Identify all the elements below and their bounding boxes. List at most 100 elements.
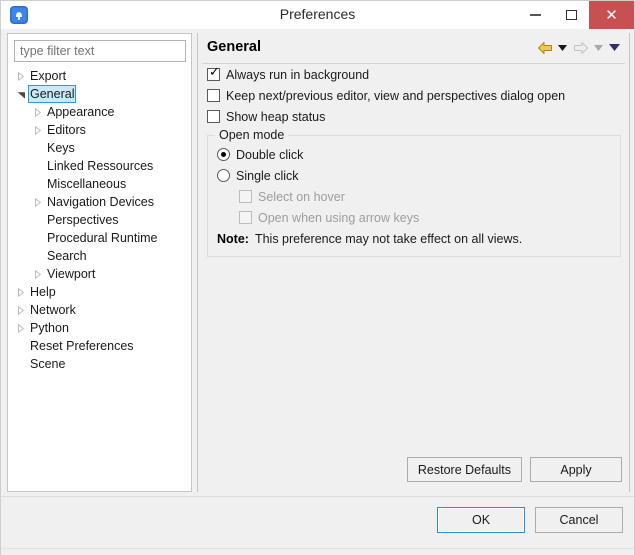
checkbox-always-run-in-box: ✓	[207, 65, 220, 81]
open-mode-legend: Open mode	[215, 128, 289, 142]
chevron-right-icon[interactable]	[31, 121, 45, 139]
footer-bottom-line	[1, 548, 634, 549]
tree-item-reset-preferences[interactable]: Reset Preferences	[8, 337, 191, 355]
general-options-group: ✓ Always run in background Keep next/previ…	[198, 64, 629, 127]
tree-item-python[interactable]: Python	[8, 319, 191, 337]
dialog-footer-buttons: OK Cancel	[437, 507, 623, 533]
checkbox-keep-next-previous[interactable]: Keep next/previous editor, view and pers…	[198, 85, 629, 106]
checkbox-always-run-in-label: Always run in background	[226, 67, 370, 82]
radio-single-click[interactable]: Single click	[208, 165, 620, 186]
page-action-buttons: Restore Defaults Apply	[406, 457, 622, 482]
tree-item-label: Search	[47, 249, 87, 263]
checkbox-open-arrow-keys: Open when using arrow keys	[208, 207, 620, 228]
back-history-chevron-down-icon[interactable]	[556, 39, 569, 56]
tree-item-label: Appearance	[47, 105, 115, 119]
checkbox-always-run-in[interactable]: ✓ Always run in background	[198, 64, 629, 85]
maximize-button[interactable]	[553, 1, 589, 29]
radio-double-click[interactable]: Double click	[208, 144, 620, 165]
tree-item-linked-ressources[interactable]: Linked Ressources	[8, 157, 191, 175]
checkbox-select-on-hover-label: Select on hover	[258, 189, 345, 204]
tree-item-navigation-devices[interactable]: Navigation Devices	[8, 193, 191, 211]
checkbox-open-arrow-keys-label: Open when using arrow keys	[258, 210, 420, 225]
cancel-button[interactable]: Cancel	[535, 507, 623, 533]
checkbox-keep-next-previous-label: Keep next/previous editor, view and pers…	[226, 88, 566, 103]
tree-item-appearance[interactable]: Appearance	[8, 103, 191, 121]
minimize-button[interactable]	[517, 1, 553, 29]
chevron-right-icon[interactable]	[31, 265, 45, 283]
checkbox-show-heap-status[interactable]: Show heap status	[198, 106, 629, 127]
chevron-right-icon[interactable]	[14, 67, 28, 85]
tree-item-viewport[interactable]: Viewport	[8, 265, 191, 283]
close-icon: ✕	[605, 6, 618, 24]
back-arrow-icon[interactable]	[536, 39, 553, 56]
page-header: General	[198, 33, 629, 63]
dialog-footer: OK Cancel	[1, 496, 634, 555]
tree-item-label: Python	[30, 321, 69, 335]
check-icon: ✓	[209, 65, 220, 80]
tree-item-export[interactable]: Export	[8, 67, 191, 85]
tree-item-help[interactable]: Help	[8, 283, 191, 301]
preference-page-panel: General ✓ Always run in background Keep …	[197, 33, 630, 492]
chevron-right-icon[interactable]	[31, 103, 45, 121]
tree-item-miscellaneous[interactable]: Miscellaneous	[8, 175, 191, 193]
tree-item-procedural-runtime[interactable]: Procedural Runtime	[8, 229, 191, 247]
chevron-down-icon[interactable]	[14, 85, 28, 103]
preferences-tree-panel: Export General Appearance Editors Keys Linked…	[7, 33, 192, 492]
tree-item-label: Reset Preferences	[30, 339, 134, 353]
checkbox-keep-next-previous-box	[207, 89, 220, 102]
tree-item-search[interactable]: Search	[8, 247, 191, 265]
forward-arrow-icon	[572, 39, 589, 56]
tree-item-label: Help	[30, 285, 56, 299]
page-navigation-toolbar	[536, 39, 621, 56]
radio-single-click-label: Single click	[236, 168, 299, 183]
chevron-right-icon[interactable]	[14, 283, 28, 301]
open-mode-note: Note: This preference may not take effec…	[208, 228, 620, 249]
apply-button[interactable]: Apply	[530, 457, 622, 482]
tree-item-label: Navigation Devices	[47, 195, 154, 209]
chevron-right-icon[interactable]	[14, 319, 28, 337]
tree-item-network[interactable]: Network	[8, 301, 191, 319]
tree-item-scene[interactable]: Scene	[8, 355, 191, 373]
tree-item-label: General	[28, 85, 77, 103]
note-label: Note:	[217, 231, 249, 246]
open-mode-groupbox: Open mode Double click Single click Sele…	[207, 128, 621, 257]
close-button[interactable]: ✕	[589, 1, 634, 29]
radio-double-click-label: Double click	[236, 147, 304, 162]
ok-button[interactable]: OK	[437, 507, 525, 533]
tree-item-label: Linked Ressources	[47, 159, 154, 173]
tree-item-general[interactable]: General	[8, 85, 191, 103]
maximize-icon	[565, 10, 577, 20]
tree-item-keys[interactable]: Keys	[8, 139, 191, 157]
minimize-icon	[529, 14, 541, 16]
radio-double-click-indicator	[217, 148, 230, 161]
tree-item-label: Scene	[30, 357, 66, 371]
checkbox-select-on-hover: Select on hover	[208, 186, 620, 207]
preferences-tree[interactable]: Export General Appearance Editors Keys Linked…	[8, 67, 191, 491]
page-body: ✓ Always run in background Keep next/previ…	[198, 64, 629, 492]
chevron-right-icon[interactable]	[31, 193, 45, 211]
tree-item-label: Editors	[47, 123, 86, 137]
tree-item-perspectives[interactable]: Perspectives	[8, 211, 191, 229]
radio-single-click-indicator	[217, 169, 230, 182]
title-bar: Preferences ✕	[1, 1, 634, 29]
page-menu-chevron-down-icon[interactable]	[608, 39, 621, 56]
window-controls: ✕	[517, 1, 634, 29]
restore-defaults-button[interactable]: Restore Defaults	[406, 457, 522, 482]
dialog-content: Export General Appearance Editors Keys Linked…	[1, 29, 634, 496]
tree-item-label: Export	[30, 69, 67, 83]
tree-item-label: Procedural Runtime	[47, 231, 158, 245]
tree-item-label: Miscellaneous	[47, 177, 127, 191]
chevron-right-icon[interactable]	[14, 301, 28, 319]
tree-item-label: Perspectives	[47, 213, 119, 227]
filter-input[interactable]	[14, 40, 186, 62]
checkbox-open-arrow-keys-box	[239, 211, 252, 224]
tree-item-editors[interactable]: Editors	[8, 121, 191, 139]
